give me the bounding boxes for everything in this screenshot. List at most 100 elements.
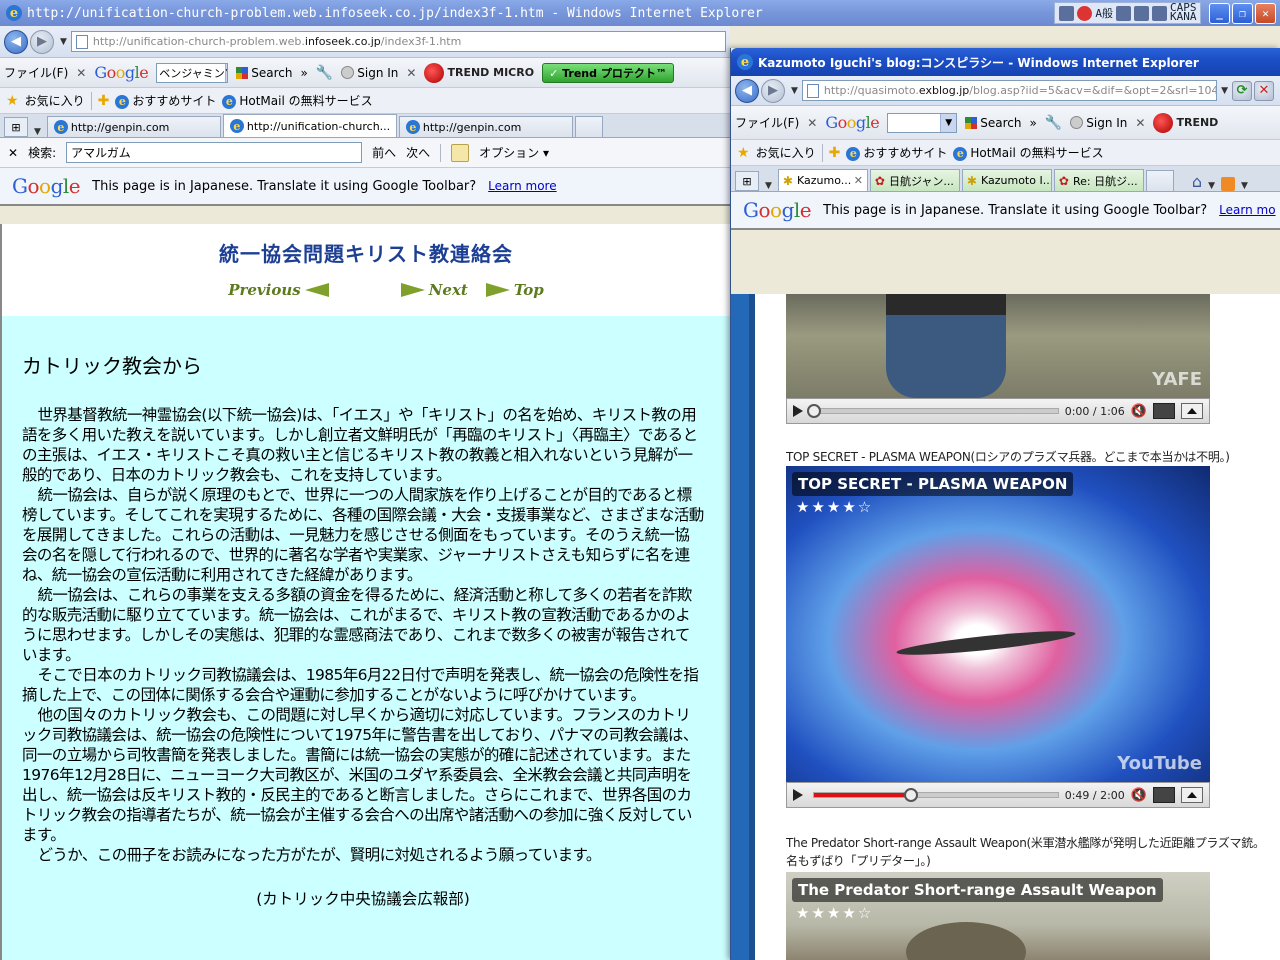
video-frame[interactable]: YAFE (786, 294, 1210, 398)
mute-icon[interactable]: 🔇 (1131, 788, 1147, 803)
rss-dropdown-icon[interactable]: ▼ (1241, 181, 1248, 191)
new-tab-button[interactable] (574, 116, 603, 137)
top-link[interactable]: Top (485, 281, 544, 299)
favorites-button[interactable]: お気に入り (756, 144, 816, 161)
more-button[interactable]: » (300, 66, 307, 80)
fullscreen-icon[interactable] (1153, 787, 1175, 803)
close-find-icon[interactable]: ✕ (8, 146, 18, 160)
tab-genpin-1[interactable]: e http://genpin.com (46, 116, 221, 137)
video-frame[interactable]: The Predator Short-range Assault Weapon … (786, 872, 1210, 960)
tab-jal-1[interactable]: ✿ 日航ジャン... (869, 169, 960, 191)
title-bar[interactable]: e Kazumoto Iguchi's blog:コンスピラシー - Windo… (731, 48, 1280, 76)
menu-up-icon[interactable] (1181, 787, 1203, 803)
back-button[interactable]: ◀ (735, 78, 759, 103)
rss-feed-icon[interactable] (1221, 177, 1235, 191)
keyboard-icon[interactable] (1059, 5, 1075, 21)
forward-button[interactable]: ▶ (761, 78, 785, 103)
ime-tool-icon[interactable] (1134, 5, 1149, 21)
quick-tabs-button[interactable]: ⊞ (735, 171, 759, 191)
close-toolbar-icon[interactable]: ✕ (406, 66, 416, 80)
next-link[interactable]: Next (400, 281, 468, 299)
address-input[interactable]: http://unification-church-problem.web. in… (70, 31, 726, 52)
recommended-sites-link[interactable]: e おすすめサイト (846, 144, 947, 161)
find-previous-button[interactable]: 前へ (372, 144, 396, 161)
sign-in-button[interactable]: Sign In (1070, 115, 1127, 130)
tab-list-dropdown-icon[interactable]: ▼ (765, 181, 772, 191)
favorites-star-icon[interactable]: ★ (6, 93, 19, 109)
google-search-combo[interactable]: ▼ (887, 112, 958, 133)
chevron-down-icon[interactable]: ▼ (940, 113, 957, 132)
ime-status-icon[interactable] (1077, 5, 1093, 21)
learn-more-link[interactable]: Learn mo (1219, 203, 1275, 217)
favorites-button[interactable]: お気に入り (25, 92, 85, 109)
seek-bar[interactable] (813, 788, 1059, 802)
seek-handle[interactable] (807, 404, 821, 418)
tab-kazumoto-2[interactable]: ✱ Kazumoto I... (961, 169, 1052, 191)
ime-mode-label[interactable]: A般 (1095, 5, 1113, 21)
find-options-button[interactable]: オプション ▾ (479, 144, 549, 161)
find-input[interactable]: アマルガム (66, 142, 363, 163)
file-menu[interactable]: ファイル(F) (4, 64, 68, 81)
minimize-button[interactable]: _ (1209, 2, 1230, 24)
menu-up-icon[interactable] (1181, 403, 1203, 419)
seek-bar[interactable] (807, 404, 1059, 418)
close-toolbar-icon[interactable]: ✕ (1135, 116, 1145, 130)
youtube-logo[interactable]: YouTube (1117, 753, 1202, 774)
google-logo[interactable]: Google (94, 63, 148, 82)
more-button[interactable]: » (1029, 116, 1036, 130)
help-icon[interactable] (1152, 5, 1167, 21)
new-tab-button[interactable] (1145, 170, 1174, 191)
address-input[interactable]: http://quasimoto. exblog.jp/blog.asp?iid=… (801, 80, 1218, 101)
learn-more-link[interactable]: Learn more (488, 179, 556, 193)
address-dropdown-icon[interactable]: ▼ (1221, 86, 1228, 96)
tab-kazumoto-blog[interactable]: ✱ Kazumo... ✕ (777, 169, 868, 191)
file-menu[interactable]: ファイル(F) (735, 114, 799, 131)
tab-jal-2[interactable]: ✿ Re: 日航ジ... (1053, 169, 1144, 191)
home-icon[interactable]: ⌂ (1192, 172, 1202, 191)
play-icon[interactable] (793, 789, 803, 801)
wrench-icon[interactable]: 🔧 (316, 65, 333, 81)
back-button[interactable]: ◀ (4, 29, 28, 54)
ime-pad-icon[interactable] (1116, 5, 1131, 21)
hotmail-link[interactable]: e HotMail の無料サービス (953, 144, 1104, 161)
maximize-button[interactable]: ❐ (1232, 2, 1253, 24)
video-player-3[interactable]: The Predator Short-range Assault Weapon … (786, 872, 1210, 960)
title-bar[interactable]: e http://unification-church-problem.web.… (0, 0, 1280, 26)
fullscreen-icon[interactable] (1153, 403, 1175, 419)
close-tab-icon[interactable]: ✕ (854, 174, 863, 187)
google-search-button[interactable]: Search (236, 66, 292, 80)
stop-button[interactable]: ✕ (1254, 80, 1274, 101)
tab-list-dropdown-icon[interactable]: ▼ (34, 127, 41, 137)
history-dropdown-icon[interactable]: ▼ (60, 37, 67, 47)
previous-link[interactable]: Previous (228, 281, 329, 299)
seek-handle[interactable] (904, 788, 919, 802)
trend-protect-button[interactable]: Trend プロテクト™ (542, 62, 674, 83)
ime-language-bar[interactable]: A般 CAPS KANA (1054, 2, 1201, 24)
google-search-button[interactable]: Search (965, 116, 1021, 130)
add-favorite-icon[interactable]: ✚ (829, 145, 841, 161)
forward-button[interactable]: ▶ (30, 29, 54, 54)
trend-micro-logo[interactable]: TREND MICRO (424, 62, 534, 83)
highlight-icon[interactable] (451, 143, 470, 162)
add-favorite-icon[interactable]: ✚ (98, 93, 110, 109)
close-tab-icon[interactable]: ✕ (390, 120, 396, 133)
quick-tabs-button[interactable]: ⊞ (4, 117, 28, 137)
google-logo[interactable]: Google (825, 113, 879, 132)
hotmail-link[interactable]: e HotMail の無料サービス (222, 92, 373, 109)
google-search-combo[interactable]: ベンジャミン▼ (156, 62, 229, 83)
home-dropdown-icon[interactable]: ▼ (1208, 181, 1215, 191)
history-dropdown-icon[interactable]: ▼ (791, 86, 798, 96)
sign-in-button[interactable]: Sign In (341, 65, 398, 80)
find-next-button[interactable]: 次へ (406, 144, 430, 161)
trend-micro-logo[interactable]: TREND (1153, 112, 1218, 133)
mute-icon[interactable]: 🔇 (1131, 404, 1147, 419)
video-frame[interactable]: TOP SECRET - PLASMA WEAPON ★★★★☆ YouTube (786, 466, 1210, 782)
close-toolbar-icon[interactable]: ✕ (807, 116, 817, 130)
video-player-1[interactable]: YAFE 0:00 / 1:06 🔇 (786, 294, 1210, 424)
close-button[interactable]: ✕ (1255, 2, 1276, 24)
play-icon[interactable] (793, 405, 803, 417)
refresh-button[interactable]: ⟳ (1232, 80, 1252, 101)
video-player-2[interactable]: TOP SECRET - PLASMA WEAPON ★★★★☆ YouTube… (786, 466, 1210, 808)
recommended-sites-link[interactable]: e おすすめサイト (115, 92, 216, 109)
chevron-down-icon[interactable]: ▼ (224, 63, 228, 82)
